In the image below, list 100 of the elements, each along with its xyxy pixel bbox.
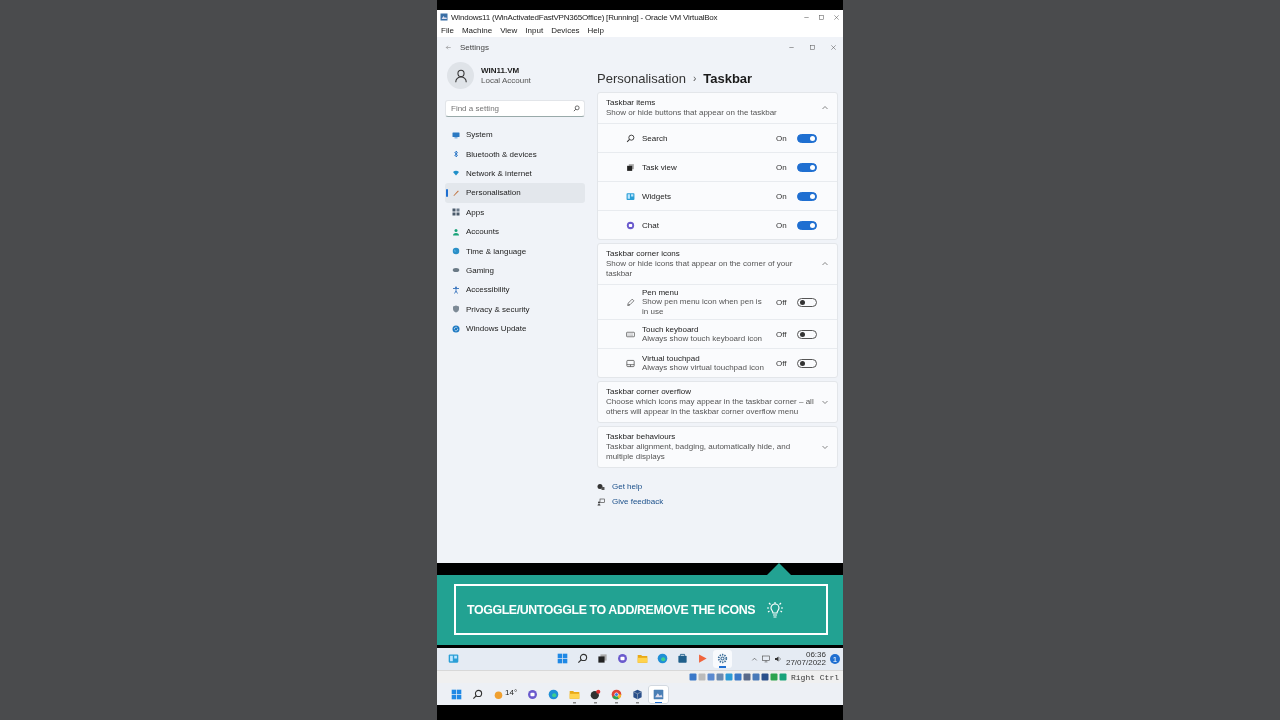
account-type: Local Account: [481, 76, 531, 85]
touchpad-icon: [626, 358, 635, 368]
setting-label: Virtual touchpad: [642, 353, 701, 363]
monitor-icon[interactable]: [761, 655, 770, 663]
section-title: Taskbar behaviours: [606, 432, 677, 442]
chevron-down-icon[interactable]: [821, 398, 829, 407]
menu-item[interactable]: Machine: [461, 26, 493, 35]
nav-item[interactable]: Personalisation: [445, 183, 585, 203]
section-description: Show or hide icons that appear on the corner of your taskbar: [606, 259, 794, 279]
app-icon: [697, 653, 708, 664]
toggle-state: Off: [776, 329, 788, 339]
minimize-icon[interactable]: [788, 44, 795, 51]
chat-icon: [617, 653, 628, 664]
toggle-switch[interactable]: [797, 191, 817, 201]
toggle-state: Off: [776, 297, 788, 307]
volume-icon[interactable]: [773, 655, 782, 663]
start-icon: [557, 653, 568, 664]
status-icons-drawing[interactable]: [689, 673, 788, 681]
nav-item[interactable]: Accessibility: [445, 280, 585, 300]
toggle-state: On: [776, 162, 788, 172]
search-icon: [573, 105, 580, 112]
menu-item[interactable]: Input: [525, 26, 544, 35]
help-link[interactable]: Give feedback: [612, 497, 664, 507]
setting-label: Search: [642, 133, 669, 143]
toggle-switch[interactable]: [797, 162, 817, 172]
menu-item[interactable]: Devices: [551, 26, 580, 35]
app-icon: [590, 688, 602, 700]
search-field[interactable]: Find a setting: [445, 100, 585, 117]
taskbar-button[interactable]: 14°: [488, 684, 523, 704]
bluetooth-icon: [452, 150, 460, 159]
store-icon: [677, 653, 688, 664]
nav-item[interactable]: Network & internet: [445, 163, 585, 184]
toggle-switch[interactable]: [797, 133, 817, 143]
start-icon: [451, 688, 462, 700]
person-icon: [453, 68, 468, 83]
back-arrow-icon[interactable]: [445, 44, 452, 51]
section-title: Taskbar corner icons: [606, 249, 681, 258]
setting-label: Chat: [642, 220, 660, 230]
breadcrumb-separator: ›: [692, 72, 697, 84]
cube-icon: [632, 688, 644, 700]
widgets-icon: [448, 653, 459, 664]
close-icon[interactable]: [833, 13, 840, 21]
section-description: Taskbar alignment, badging, automatically hide, and multiple displays: [606, 442, 792, 463]
apps-icon: [452, 208, 460, 217]
nav-item[interactable]: Gaming: [445, 260, 585, 281]
menu-item[interactable]: File: [441, 26, 454, 35]
notification-badge[interactable]: 1: [830, 654, 840, 664]
maximize-icon[interactable]: [809, 44, 816, 51]
chevron-up-icon[interactable]: [821, 260, 829, 268]
refresh-icon: [452, 324, 460, 333]
setting-description: Always show virtual touchpad icon: [642, 362, 765, 373]
user-name: WIN11.VM: [481, 66, 521, 75]
task-view-icon: [626, 162, 635, 172]
search-icon: [626, 133, 635, 143]
breadcrumb-parent[interactable]: Personalisation: [597, 70, 686, 86]
banner-text: TOGGLE/UNTOGGLE TO ADD/REMOVE THE ICONS: [467, 602, 756, 617]
help-link[interactable]: Get help: [612, 482, 643, 492]
monitor-icon: [452, 130, 460, 139]
section-description: Choose which icons may appear in the taskbar corner – all others will appear in the taskbar corner overflow menu: [606, 397, 815, 418]
page-title: Taskbar: [703, 70, 753, 86]
section-description: Show or hide buttons that appear on the taskbar: [606, 108, 778, 118]
maximize-icon[interactable]: [818, 13, 825, 21]
pen-icon: [626, 297, 635, 307]
window-title: Windows11 (WinActivatedFastVPN365Office) [Running] - Oracle VM VirtualBox: [451, 12, 719, 22]
task-view-icon: [597, 653, 608, 664]
toggle-switch[interactable]: [797, 220, 817, 230]
menu-item[interactable]: Help: [587, 26, 605, 35]
chat-icon: [626, 220, 635, 230]
section-title: Taskbar corner overflow: [606, 387, 692, 397]
nav-item[interactable]: Windows Update: [445, 318, 585, 339]
nav-item[interactable]: Privacy & security: [445, 299, 585, 319]
widgets-icon: [626, 191, 635, 201]
gamepad-icon: [452, 266, 460, 275]
caret-icon[interactable]: [750, 655, 758, 663]
setting-description: Always show touch keyboard icon: [642, 333, 764, 344]
host-key-label: Right Ctrl: [791, 672, 839, 682]
keyboard-icon: [626, 329, 635, 339]
nav-item[interactable]: Time & language: [445, 241, 585, 261]
close-icon[interactable]: [830, 44, 837, 51]
chat-icon: [527, 688, 539, 700]
nav-item[interactable]: Bluetooth & devices: [445, 144, 585, 164]
nav-item[interactable]: System: [445, 125, 585, 145]
toggle-state: Off: [776, 358, 788, 368]
nav-item[interactable]: Apps: [445, 202, 585, 222]
person-icon: [452, 227, 460, 236]
chevron-up-icon[interactable]: [821, 104, 829, 112]
menu-item[interactable]: View: [500, 26, 518, 35]
chevron-down-icon[interactable]: [821, 443, 829, 452]
toggle-state: On: [776, 133, 788, 143]
settings-icon: [717, 653, 728, 664]
clock-time: 06:36: [804, 650, 826, 659]
accessibility-icon: [452, 285, 460, 294]
brush-icon: [452, 188, 460, 197]
nav-item[interactable]: Accounts: [445, 221, 585, 242]
toggle-state: On: [776, 191, 788, 201]
folder-icon: [569, 688, 581, 700]
setting-label: Pen menu: [642, 288, 680, 297]
toggle-state: On: [776, 220, 788, 230]
setting-label: Task view: [642, 162, 678, 172]
temperature-label: 14°: [505, 688, 518, 697]
